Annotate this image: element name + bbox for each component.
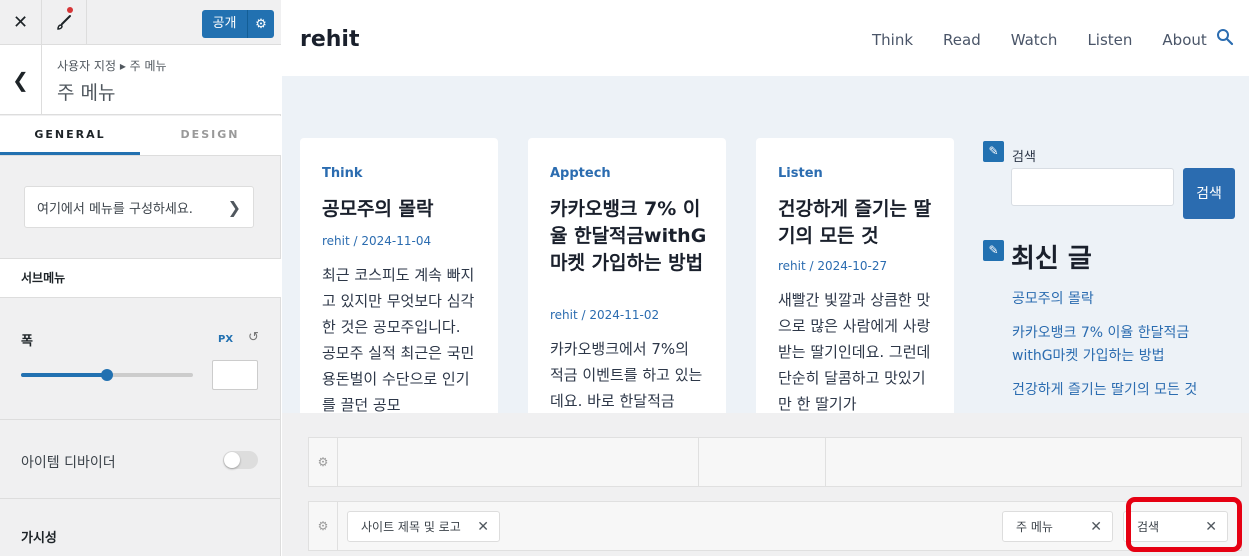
close-icon[interactable]: ✕ (1090, 519, 1102, 535)
close-icon: ✕ (12, 12, 29, 33)
gear-icon[interactable]: ⚙ (309, 502, 338, 550)
builder-column-divider (825, 438, 826, 486)
paintbrush-icon (57, 14, 71, 30)
publish-label: 공개 (202, 10, 248, 38)
publish-button[interactable]: 공개 ⚙ (202, 10, 274, 38)
customizer-panel: ✕ 공개 ⚙ ❮ 사용자 지정 ▸ 주 메뉴 주 메뉴 GENERAL DESI… (0, 0, 281, 556)
width-input[interactable] (212, 360, 258, 390)
width-label: 폭 (21, 334, 33, 349)
header-builder: ⚙ ⚙ 사이트 제목 및 로고 ✕ 주 메뉴 ✕ 검색 ✕ (282, 413, 1249, 556)
item-divider-label: 아이템 디바이더 (21, 455, 116, 471)
nav-item-think[interactable]: Think (872, 31, 913, 49)
recent-posts-title: 최신 글 (1011, 244, 1092, 274)
highlight-box (1126, 497, 1242, 552)
close-customizer-button[interactable]: ✕ (0, 0, 42, 45)
search-widget-input[interactable] (1011, 168, 1174, 206)
pencil-icon[interactable]: ✎ (983, 240, 1004, 261)
post-excerpt: 새빨간 빛깔과 상큼한 맛으로 많은 사람에게 사랑받는 딸기인데요. 그런데 … (778, 291, 931, 413)
toggle-knob (224, 452, 240, 468)
reset-icon[interactable]: ↺ (248, 330, 259, 345)
nav-item-watch[interactable]: Watch (1011, 31, 1058, 49)
breadcrumb: ❮ 사용자 지정 ▸ 주 메뉴 주 메뉴 (0, 45, 281, 115)
builder-item-site-title[interactable]: 사이트 제목 및 로고 ✕ (347, 511, 500, 542)
item-divider-row: 아이템 디바이더 (0, 419, 281, 499)
post-category[interactable]: Apptech (550, 166, 611, 181)
post-card[interactable]: Listen 건강하게 즐기는 딸기의 모든 것 rehit / 2024-10… (756, 138, 954, 428)
site-header: rehit Think Read Watch Listen About (282, 0, 1249, 76)
post-title[interactable]: 공모주의 몰락 (322, 196, 482, 223)
builder-row[interactable]: ⚙ 사이트 제목 및 로고 ✕ 주 메뉴 ✕ 검색 ✕ (308, 501, 1242, 551)
tab-design[interactable]: DESIGN (140, 116, 280, 155)
site-title[interactable]: rehit (300, 27, 360, 52)
post-excerpt: 카카오뱅크에서 7%의 적금 이벤트를 하고 있는데요. 바로 한달적금 (550, 340, 703, 410)
post-meta[interactable]: rehit / 2024-11-04 (322, 234, 431, 248)
back-button[interactable]: ❮ (0, 45, 42, 115)
close-icon[interactable]: ✕ (477, 519, 489, 535)
visibility-label: 가시성 (21, 531, 57, 546)
breadcrumb-path: 사용자 지정 ▸ 주 메뉴 (57, 59, 167, 73)
builder-column-divider (698, 438, 699, 486)
builder-row[interactable]: ⚙ (308, 437, 1242, 487)
recent-post-link[interactable]: 카카오뱅크 7% 이율 한달적금 withG마켓 가입하는 방법 (1012, 322, 1232, 368)
width-slider[interactable] (21, 369, 193, 381)
search-widget-label: 검색 (1012, 150, 1036, 165)
primary-nav: Think Read Watch Listen About (872, 31, 1237, 49)
gear-icon[interactable]: ⚙ (248, 17, 274, 32)
search-icon[interactable] (1216, 28, 1234, 46)
pencil-icon[interactable]: ✎ (983, 141, 1004, 162)
post-excerpt: 최근 코스피도 계속 빠지고 있지만 무엇보다 심각한 것은 공모주입니다. 공… (322, 266, 475, 414)
chevron-left-icon: ❮ (12, 68, 29, 92)
builder-item-primary-menu[interactable]: 주 메뉴 ✕ (1002, 511, 1113, 542)
width-unit-toggle[interactable]: PX (218, 334, 233, 345)
configure-menu-button[interactable]: 여기에서 메뉴를 구성하세요. ❯ (24, 186, 254, 228)
post-category[interactable]: Think (322, 166, 362, 181)
submenu-heading: 서브메뉴 (0, 258, 281, 298)
post-title[interactable]: 건강하게 즐기는 딸기의 모든 것 (778, 196, 938, 250)
configure-menu-label: 여기에서 메뉴를 구성하세요. (37, 201, 193, 217)
sidebar-widgets: ✎ 검색 검색 ✎ 최신 글 공모주의 몰락 카카오뱅크 7% 이율 한달적금 … (982, 138, 1242, 428)
nav-item-listen[interactable]: Listen (1087, 31, 1132, 49)
post-card[interactable]: Apptech 카카오뱅크 7% 이율 한달적금withG마켓 가입하는 방법 … (528, 138, 726, 428)
tab-general[interactable]: GENERAL (0, 116, 140, 155)
panel-tabs: GENERAL DESIGN (0, 116, 281, 156)
builder-item-label: 주 메뉴 (1016, 520, 1053, 534)
nav-item-about[interactable]: About (1162, 31, 1206, 49)
post-meta[interactable]: rehit / 2024-10-27 (778, 259, 887, 273)
post-category[interactable]: Listen (778, 166, 823, 181)
post-meta[interactable]: rehit / 2024-11-02 (550, 308, 659, 322)
style-button[interactable] (42, 0, 87, 45)
notification-dot (67, 7, 73, 13)
nav-item-read[interactable]: Read (943, 31, 981, 49)
post-title[interactable]: 카카오뱅크 7% 이율 한달적금withG마켓 가입하는 방법 (550, 196, 710, 277)
section-title: 주 메뉴 (57, 82, 116, 104)
recent-post-link[interactable]: 건강하게 즐기는 딸기의 모든 것 (1012, 379, 1232, 402)
width-slider-fill (21, 373, 107, 377)
search-widget-button[interactable]: 검색 (1183, 168, 1235, 219)
width-slider-handle[interactable] (101, 369, 113, 381)
recent-post-link[interactable]: 공모주의 몰락 (1012, 288, 1232, 311)
gear-icon[interactable]: ⚙ (309, 438, 338, 486)
item-divider-toggle[interactable] (223, 451, 258, 469)
site-preview: rehit Think Read Watch Listen About Thin… (282, 0, 1249, 556)
post-card[interactable]: Think 공모주의 몰락 rehit / 2024-11-04 최근 코스피도… (300, 138, 498, 428)
customizer-topbar: ✕ 공개 ⚙ (0, 0, 281, 45)
chevron-right-icon: ❯ (227, 197, 241, 217)
builder-item-label: 사이트 제목 및 로고 (361, 520, 461, 534)
